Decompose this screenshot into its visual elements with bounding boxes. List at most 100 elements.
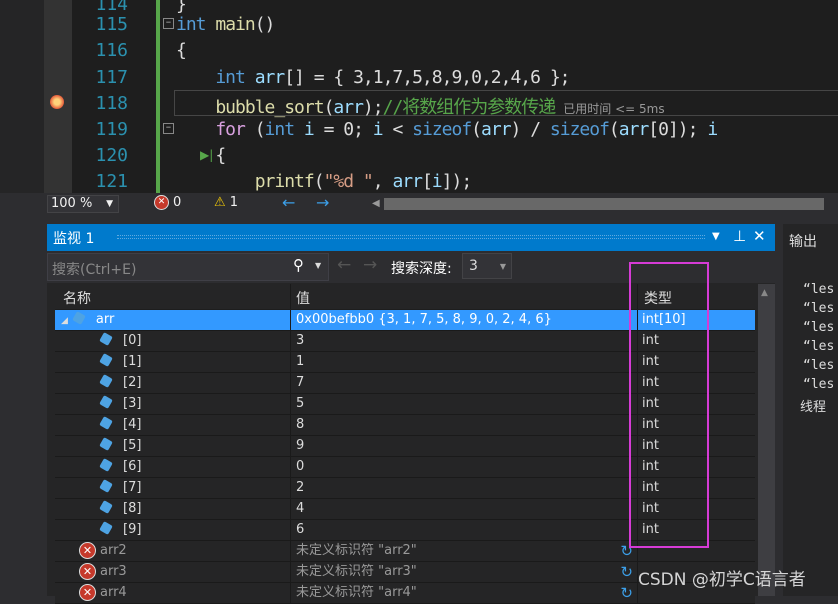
watch-value: 未定义标识符 "arr4" [296, 585, 417, 600]
scroll-up-icon[interactable]: ▲ [761, 288, 768, 298]
code-token: ( [471, 119, 482, 140]
refresh-icon[interactable]: ↻ [620, 562, 633, 582]
code-token: { [176, 40, 187, 61]
code-token: "%d " [323, 171, 374, 192]
variable-icon [99, 395, 113, 409]
zoom-select[interactable]: 100 % ▼ [47, 195, 119, 213]
watch-value[interactable]: 9 [296, 438, 304, 453]
scroll-left-icon[interactable]: ◀ [372, 198, 380, 209]
code-token: } [176, 0, 187, 15]
error-icon: ✕ [79, 563, 96, 580]
chevron-down-icon[interactable]: ▼ [315, 261, 321, 270]
watch-name: [8] [123, 501, 142, 516]
code-token: int [176, 67, 246, 88]
vertical-scrollbar[interactable]: ▲ [758, 284, 775, 596]
code-line[interactable]: { [176, 40, 187, 61]
breakpoint-current-statement-icon[interactable] [50, 95, 64, 109]
code-line[interactable]: } [176, 0, 187, 15]
watch-value[interactable]: 2 [296, 480, 304, 495]
code-token: ]); [441, 171, 472, 192]
code-token: [ [421, 171, 433, 192]
watch-name: [9] [123, 522, 142, 537]
code-editor[interactable]: − − ▶| 114} 115 int main() 116{117 int arr[… [0, 0, 838, 193]
code-token: i [431, 171, 443, 192]
error-icon: ✕ [79, 584, 96, 601]
fold-toggle-icon[interactable]: − [163, 123, 174, 134]
code-token: arr [618, 119, 649, 140]
watch-value[interactable]: 0x00befbb0 {3, 1, 7, 5, 8, 9, 0, 2, 4, 6… [296, 312, 552, 327]
watch-name: [3] [123, 396, 142, 411]
code-line[interactable]: int arr[] = { 3,1,7,5,8,9,0,2,4,6 }; [176, 67, 570, 88]
code-token: ( [244, 119, 266, 140]
code-token: i [372, 119, 384, 140]
output-panel: 输出 “les “les “les “les “les “les 线程 [783, 224, 838, 596]
line-number: 116 [95, 40, 128, 61]
output-line: “les [803, 282, 835, 297]
output-line: 线程 [800, 400, 827, 415]
code-token: = 0; [313, 119, 373, 140]
search-icon[interactable]: ⚲ [293, 256, 304, 274]
code-line[interactable]: for (int i = 0; i < sizeof(arr) / sizeof… [176, 119, 718, 140]
refresh-icon[interactable]: ↻ [620, 583, 633, 603]
error-icon: ✕ [79, 542, 96, 559]
code-token: ( [313, 171, 325, 192]
code-token: i [294, 119, 315, 140]
search-next-icon[interactable]: → [363, 255, 377, 275]
watch-value: 未定义标识符 "arr3" [296, 564, 417, 579]
watch-value[interactable]: 0 [296, 459, 304, 474]
code-token: [0]); [648, 119, 708, 140]
search-depth-value: 3 [469, 258, 478, 274]
watch-value[interactable]: 6 [296, 522, 304, 537]
pin-icon[interactable]: ⊥ [733, 227, 746, 245]
perf-tip[interactable]: 已用时间 <= 5ms [563, 102, 664, 116]
type-column-highlight-box [629, 262, 709, 548]
watch-value: 未定义标识符 "arr2" [296, 543, 417, 558]
zoom-value: 100 % [51, 196, 93, 211]
search-input[interactable]: 搜索(Ctrl+E) [47, 253, 329, 281]
watch-title: 监视 1 [53, 231, 95, 247]
navigate-forward-icon[interactable]: → [316, 193, 329, 212]
watch-value[interactable]: 7 [296, 375, 304, 390]
code-token: [] = { 3,1,7,5,8,9,0,2,4,6 }; [284, 67, 570, 88]
warnings-indicator[interactable]: ⚠ 1 [214, 195, 238, 210]
navigate-back-icon[interactable]: ← [282, 193, 295, 212]
code-token: < [382, 119, 413, 140]
search-depth-label: 搜索深度: [391, 261, 452, 277]
close-icon[interactable]: ✕ [753, 227, 766, 245]
output-tab[interactable]: 输出 [783, 224, 838, 258]
watch-value[interactable]: 8 [296, 417, 304, 432]
variable-icon [99, 458, 113, 472]
output-line: “les [803, 301, 835, 316]
watch-value[interactable]: 5 [296, 396, 304, 411]
expand-arrow-icon[interactable]: ◢ [61, 316, 68, 326]
code-token: arr [333, 97, 363, 118]
variable-icon [99, 437, 113, 451]
code-token: int [176, 14, 206, 35]
watch-value[interactable]: 3 [296, 333, 304, 348]
code-token: int [264, 119, 295, 140]
warning-icon: ⚠ [214, 195, 226, 210]
variable-icon [99, 500, 113, 514]
chevron-down-icon: ▼ [106, 199, 113, 209]
watch-value[interactable]: 4 [296, 501, 304, 516]
search-previous-icon[interactable]: ← [337, 255, 351, 275]
code-line[interactable]: int main() [176, 14, 275, 35]
window-menu-icon[interactable]: ▼ [712, 231, 720, 242]
watch-name: arr2 [100, 543, 127, 558]
code-line[interactable]: printf("%d ", arr[i]); [176, 171, 472, 192]
fold-toggle-icon[interactable]: − [163, 18, 174, 29]
column-header-value[interactable]: 值 [291, 284, 638, 309]
errors-indicator[interactable]: ✕ 0 [154, 195, 181, 210]
column-header-name[interactable]: 名称 [55, 284, 291, 309]
horizontal-scrollbar[interactable] [384, 198, 824, 210]
search-depth-select[interactable]: 3 ▼ [462, 253, 512, 279]
watch-value[interactable]: 1 [296, 354, 304, 369]
code-token: ( [608, 119, 620, 140]
line-number: 118 [95, 93, 128, 114]
watch-name: [6] [123, 459, 142, 474]
line-number: 117 [95, 67, 128, 88]
code-line[interactable]: bubble_sort(arr);//将数组作为参数传递 已用时间 <= 5ms [176, 93, 664, 119]
variable-icon [72, 311, 86, 325]
code-line[interactable]: { [176, 145, 226, 166]
code-token: ( [323, 97, 335, 118]
